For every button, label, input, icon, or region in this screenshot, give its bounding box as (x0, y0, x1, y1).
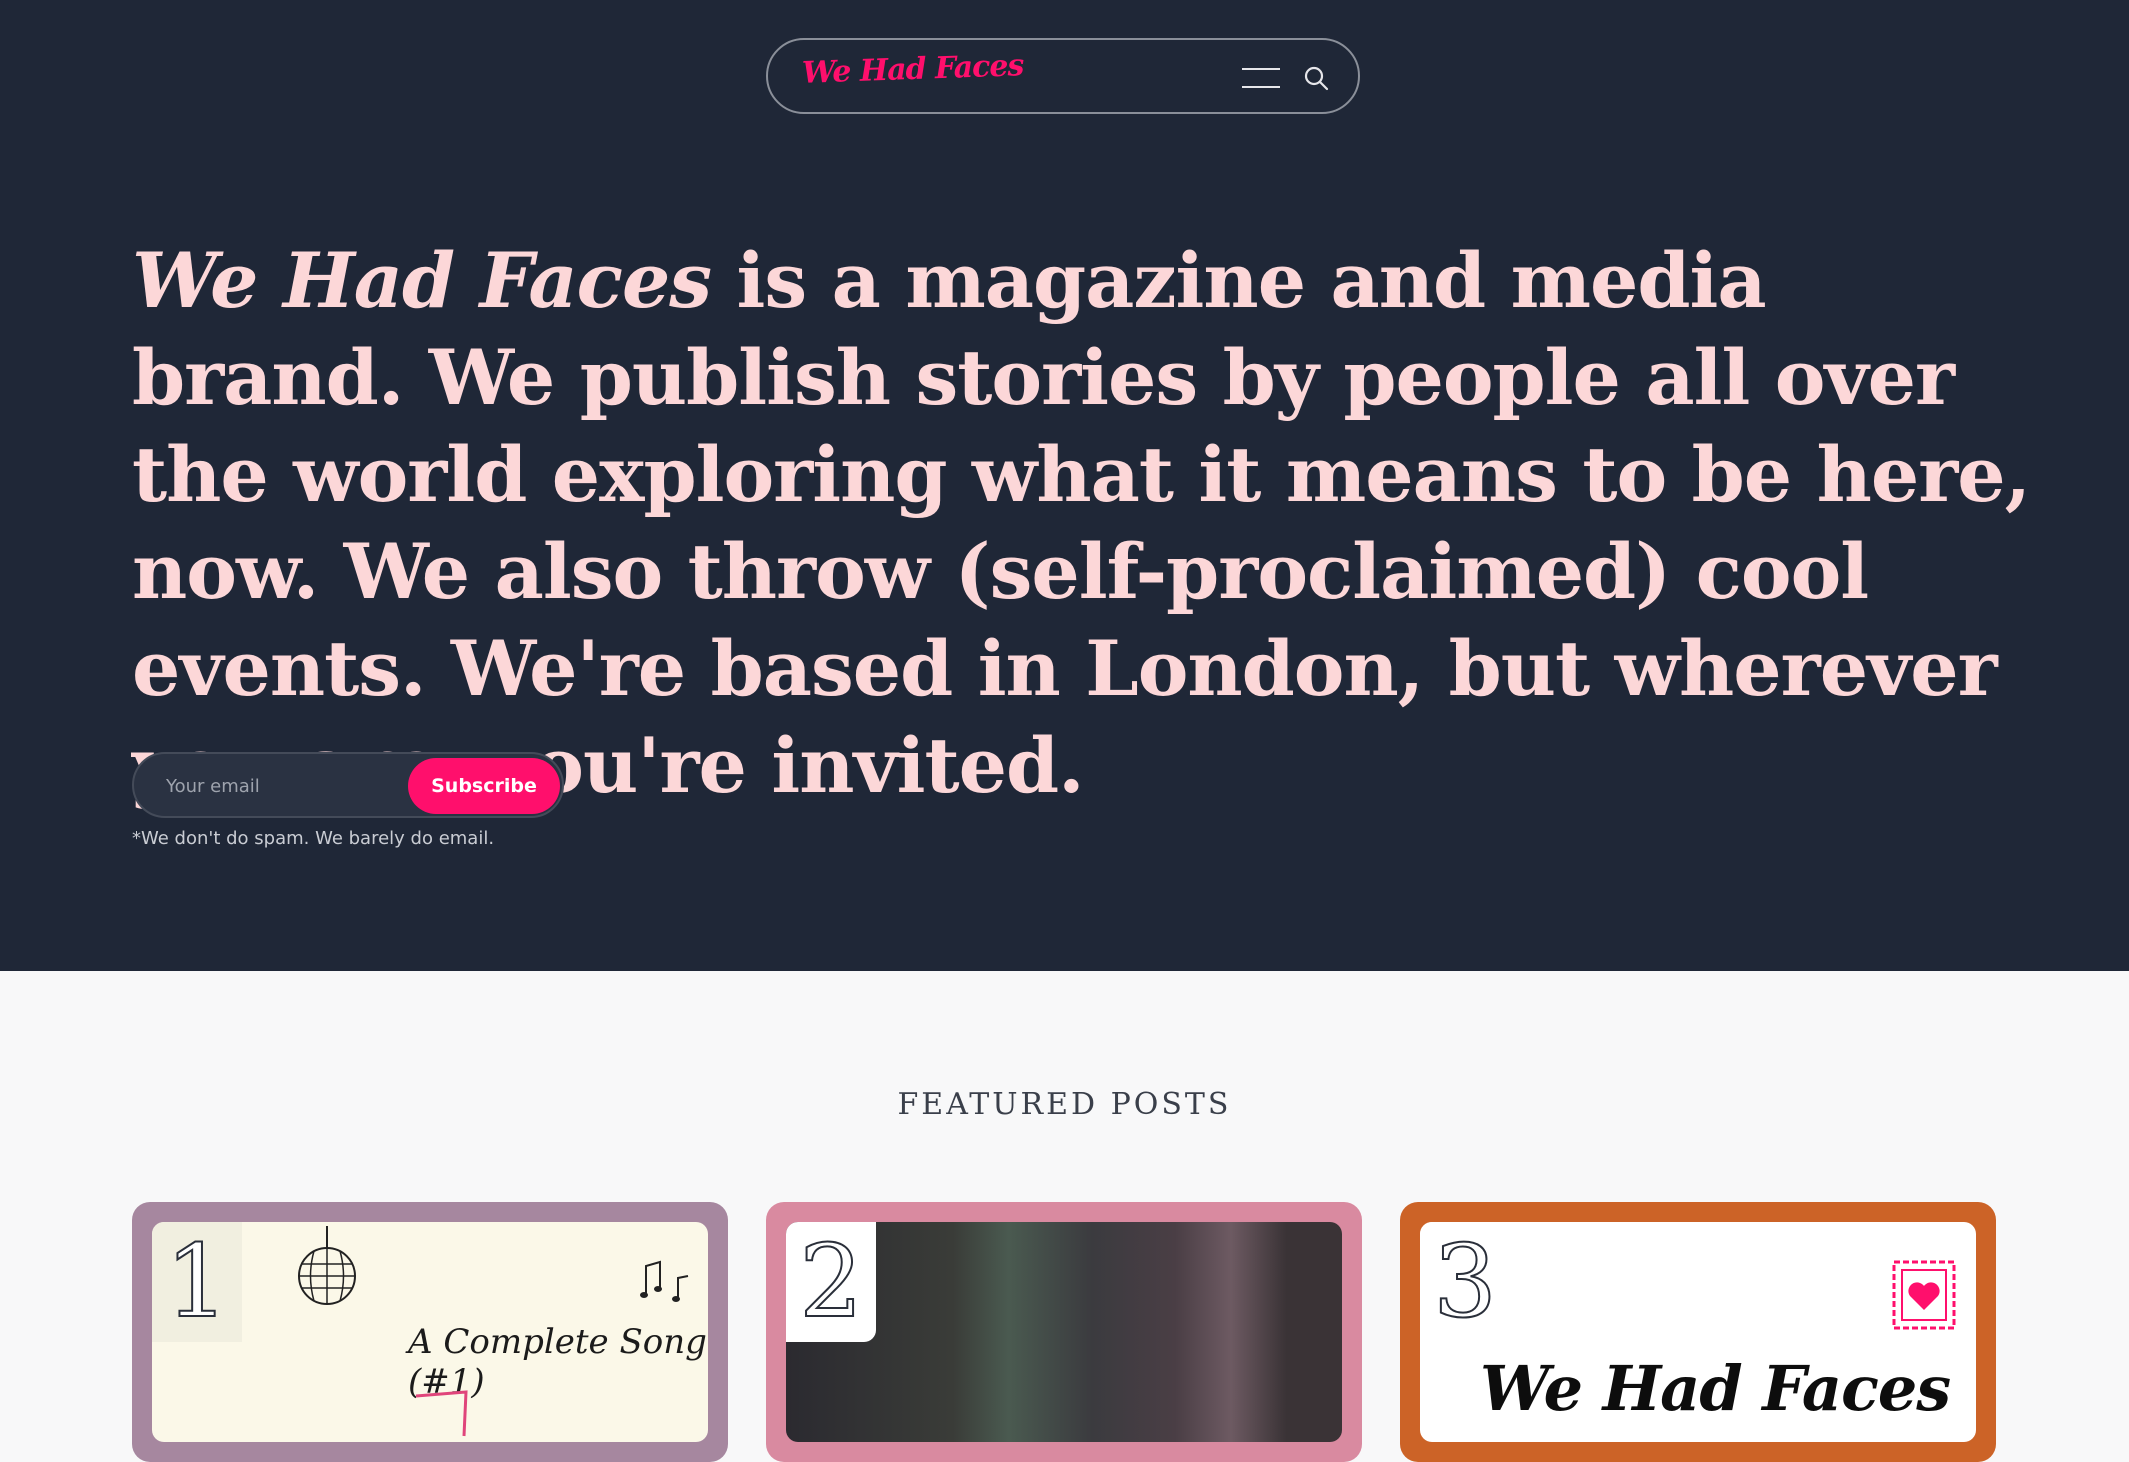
email-input[interactable] (164, 770, 408, 802)
post-number: 2 (786, 1222, 876, 1342)
post-thumbnail: 1 A Complete Song (#1) (152, 1222, 708, 1442)
heart-stamp-icon (1892, 1260, 1956, 1330)
post-number: 1 (152, 1222, 242, 1342)
subscribe-form: Subscribe (132, 752, 564, 818)
featured-post-card[interactable]: 3 We Had Faces (1400, 1202, 1996, 1462)
hamburger-menu-icon[interactable] (1242, 68, 1280, 90)
pink-sketch-icon (415, 1390, 468, 1437)
disco-ball-icon (298, 1226, 356, 1305)
hero-headline: We Had Faces is a magazine and media bra… (132, 232, 2032, 814)
featured-post-card[interactable]: 2 (766, 1202, 1362, 1462)
hero-section: We Had Faces We Had Faces is a magazine … (0, 0, 2129, 971)
featured-post-card[interactable]: 1 A Complete Song (#1) (132, 1202, 728, 1462)
search-icon[interactable] (1302, 64, 1330, 92)
post-caption: We Had Faces (1480, 1352, 1951, 1425)
hero-brand-name: We Had Faces (132, 236, 712, 325)
post-thumbnail: 2 (786, 1222, 1342, 1442)
post-number: 3 (1420, 1222, 1510, 1342)
featured-posts-heading: FEATURED POSTS (897, 1087, 1232, 1122)
spam-note: *We don't do spam. We barely do email. (132, 828, 495, 849)
top-nav: We Had Faces (766, 38, 1360, 114)
subscribe-button[interactable]: Subscribe (408, 758, 560, 814)
post-thumbnail: 3 We Had Faces (1420, 1222, 1976, 1442)
music-notes-icon (640, 1260, 689, 1302)
site-logo[interactable]: We Had Faces (801, 48, 1023, 91)
